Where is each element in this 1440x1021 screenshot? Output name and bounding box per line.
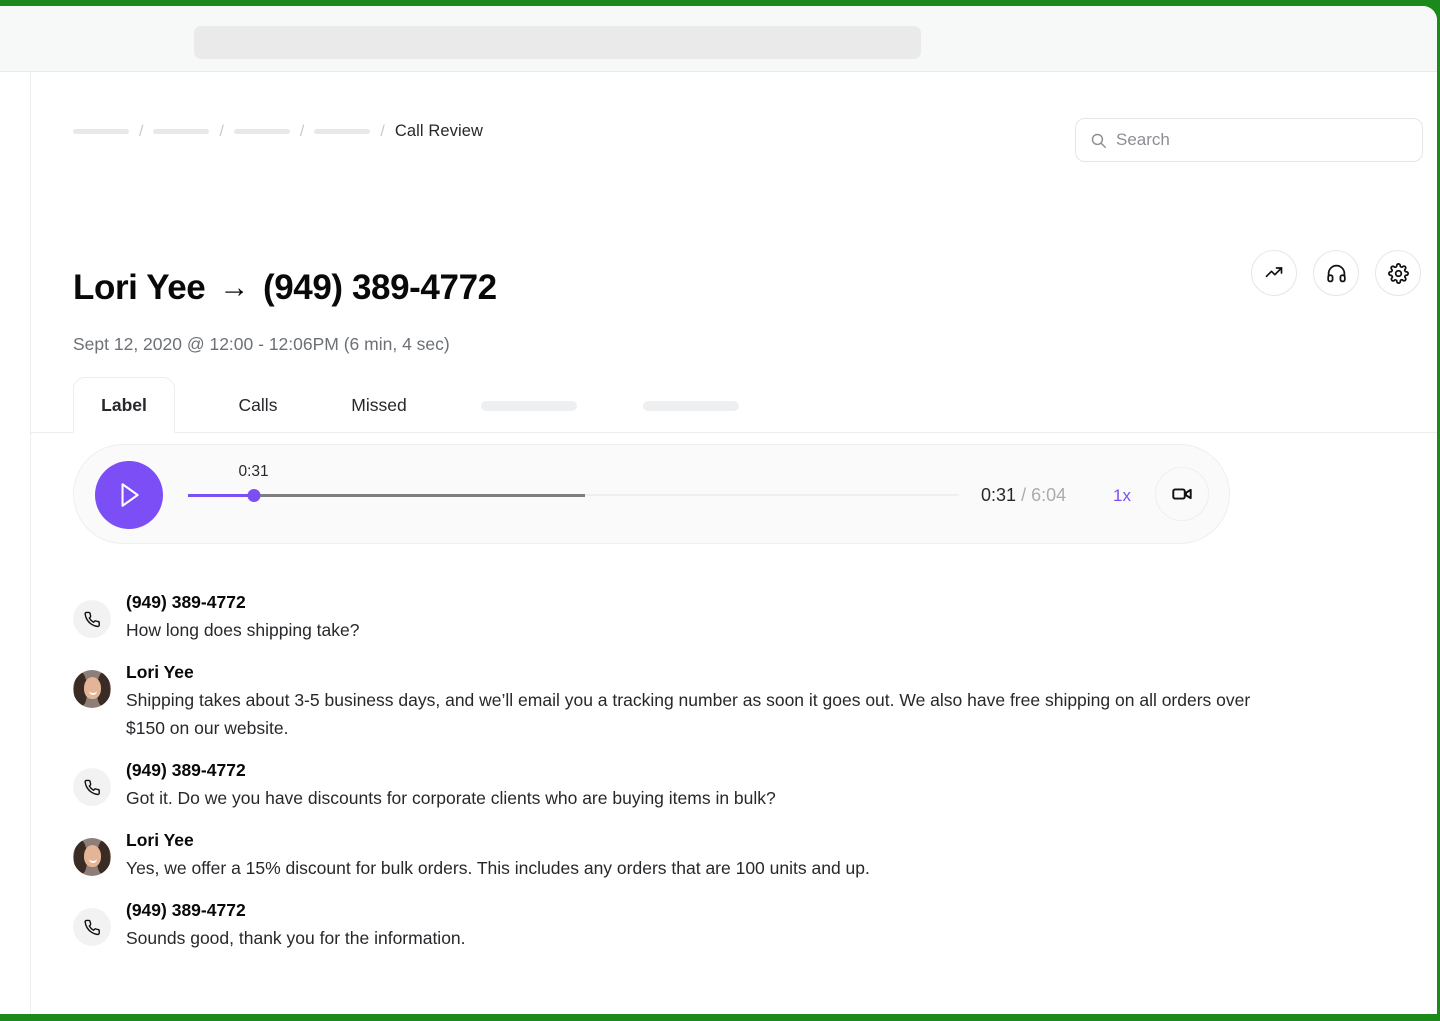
- total-duration: 6:04: [1031, 485, 1066, 505]
- avatar: [73, 838, 111, 876]
- message-speaker: Lori Yee: [126, 662, 1253, 683]
- tab-placeholder-1[interactable]: [481, 401, 577, 411]
- message-body: (949) 389-4772 Got it. Do we you have di…: [126, 756, 1253, 812]
- video-camera-icon: [1171, 483, 1193, 505]
- avatar-photo-face: [84, 845, 101, 867]
- transcript-message: Lori Yee Shipping takes about 3-5 busine…: [73, 658, 1253, 742]
- call-timestamp: Sept 12, 2020 @ 12:00 - 12:06PM (6 min, …: [73, 334, 450, 355]
- phone-icon: [84, 779, 101, 796]
- breadcrumb-separator-4: /: [380, 124, 384, 140]
- search-input[interactable]: [1116, 130, 1408, 150]
- arrow-right-icon: →: [219, 271, 249, 305]
- message-text: Shipping takes about 3-5 business days, …: [126, 686, 1253, 742]
- seek-time-tooltip: 0:31: [238, 463, 268, 481]
- transcript-message: (949) 389-4772 Got it. Do we you have di…: [73, 756, 1253, 812]
- tab-bar: Label Calls Missed: [31, 377, 1437, 433]
- video-button[interactable]: [1155, 467, 1209, 521]
- transcript-list: (949) 389-4772 How long does shipping ta…: [73, 588, 1253, 966]
- trending-up-icon: [1264, 263, 1284, 283]
- breadcrumb-placeholder-2[interactable]: [153, 129, 209, 134]
- analytics-button[interactable]: [1251, 250, 1297, 296]
- phone-icon: [84, 919, 101, 936]
- green-frame-border: / / / / Call Review Lori Yee → (949: [0, 0, 1440, 1021]
- current-time: 0:31: [981, 485, 1016, 505]
- play-icon: [116, 481, 142, 509]
- url-bar-placeholder[interactable]: [194, 26, 921, 59]
- breadcrumb-placeholder-4[interactable]: [314, 129, 370, 134]
- seek-bar[interactable]: 0:31: [188, 489, 959, 501]
- tab-missed[interactable]: Missed: [329, 377, 429, 433]
- tab-placeholder-2[interactable]: [643, 401, 739, 411]
- avatar-photo-face: [84, 677, 101, 699]
- listen-button[interactable]: [1313, 250, 1359, 296]
- browser-chrome-bar: [0, 6, 1437, 72]
- page-title: Lori Yee → (949) 389-4772: [73, 268, 497, 308]
- page-content: / / / / Call Review Lori Yee → (949: [30, 72, 1437, 1014]
- seek-progress: [188, 494, 254, 497]
- callee-number: (949) 389-4772: [263, 268, 497, 308]
- message-speaker: Lori Yee: [126, 830, 1253, 851]
- search-icon: [1090, 132, 1107, 149]
- message-body: Lori Yee Yes, we offer a 15% discount fo…: [126, 826, 1253, 882]
- avatar: [73, 600, 111, 638]
- tab-calls[interactable]: Calls: [217, 377, 299, 433]
- message-body: (949) 389-4772 Sounds good, thank you fo…: [126, 896, 1253, 952]
- message-text: Yes, we offer a 15% discount for bulk or…: [126, 854, 1253, 882]
- message-speaker: (949) 389-4772: [126, 900, 1253, 921]
- playback-speed-button[interactable]: 1x: [1113, 486, 1131, 506]
- message-body: (949) 389-4772 How long does shipping ta…: [126, 588, 1253, 644]
- avatar: [73, 768, 111, 806]
- time-separator: /: [1021, 485, 1026, 505]
- header-actions: [1251, 250, 1421, 296]
- breadcrumb-separator-2: /: [219, 124, 223, 140]
- message-text: Got it. Do we you have discounts for cor…: [126, 784, 1253, 812]
- settings-button[interactable]: [1375, 250, 1421, 296]
- transcript-message: Lori Yee Yes, we offer a 15% discount fo…: [73, 826, 1253, 882]
- message-speaker: (949) 389-4772: [126, 592, 1253, 613]
- headphones-icon: [1326, 263, 1347, 284]
- seek-thumb[interactable]: [247, 489, 260, 502]
- breadcrumb-separator-1: /: [139, 124, 143, 140]
- avatar: [73, 908, 111, 946]
- message-speaker: (949) 389-4772: [126, 760, 1253, 781]
- message-text: How long does shipping take?: [126, 616, 1253, 644]
- breadcrumb-separator-3: /: [300, 124, 304, 140]
- breadcrumb-placeholder-1[interactable]: [73, 129, 129, 134]
- browser-window: / / / / Call Review Lori Yee → (949: [0, 6, 1437, 1014]
- transcript-message: (949) 389-4772 Sounds good, thank you fo…: [73, 896, 1253, 952]
- breadcrumb: / / / / Call Review: [73, 122, 483, 141]
- gear-icon: [1388, 263, 1409, 284]
- tab-missed-text: Missed: [351, 395, 406, 416]
- message-body: Lori Yee Shipping takes about 3-5 busine…: [126, 658, 1253, 742]
- phone-icon: [84, 611, 101, 628]
- time-display: 0:31 / 6:04: [981, 485, 1066, 506]
- play-button[interactable]: [95, 461, 163, 529]
- tab-calls-text: Calls: [239, 395, 278, 416]
- caller-name: Lori Yee: [73, 268, 205, 308]
- message-text: Sounds good, thank you for the informati…: [126, 924, 1253, 952]
- tab-label-text: Label: [101, 395, 147, 416]
- avatar: [73, 670, 111, 708]
- search-box[interactable]: [1075, 118, 1423, 162]
- transcript-message: (949) 389-4772 How long does shipping ta…: [73, 588, 1253, 644]
- tab-label[interactable]: Label: [73, 377, 175, 433]
- breadcrumb-placeholder-3[interactable]: [234, 129, 290, 134]
- breadcrumb-current: Call Review: [395, 122, 483, 141]
- audio-player: 0:31 0:31 / 6:04 1x: [73, 444, 1230, 544]
